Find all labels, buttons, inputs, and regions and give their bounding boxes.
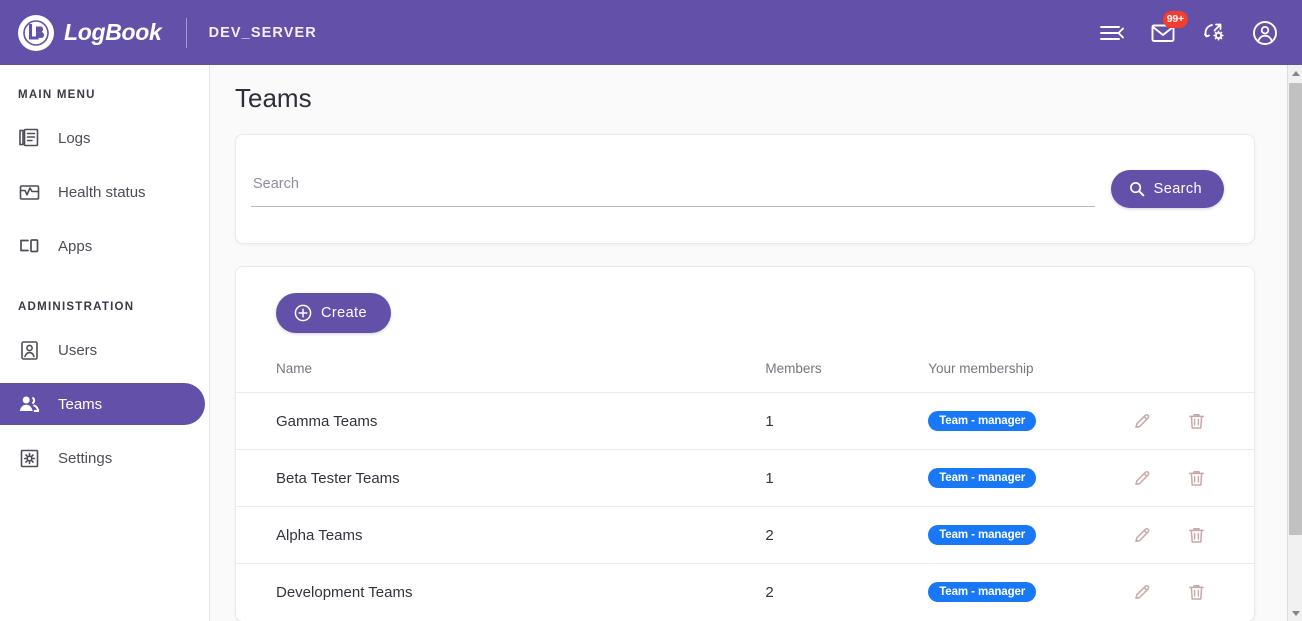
table-row[interactable]: Gamma Teams 1 Team - manager (236, 392, 1254, 450)
row-actions (1132, 467, 1254, 489)
health-status-icon (18, 181, 40, 203)
cell-member-count: 2 (765, 563, 929, 621)
sync-settings-icon[interactable] (1199, 18, 1229, 48)
edit-icon[interactable] (1132, 581, 1154, 603)
cell-actions (1131, 563, 1254, 621)
delete-icon[interactable] (1186, 581, 1208, 603)
teams-icon (18, 393, 40, 415)
cell-team-name: Gamma Teams (236, 392, 766, 450)
triangle-up-icon (1291, 70, 1300, 76)
server-name: DEV_SERVER (208, 24, 317, 41)
sidebar: MAIN MENU Logs Health status Apps ADMINI… (0, 65, 210, 621)
sidebar-item-health-status[interactable]: Health status (0, 171, 205, 213)
edit-icon[interactable] (1132, 410, 1154, 432)
scroll-down-arrow-icon[interactable] (1288, 605, 1302, 621)
column-header-actions (1132, 361, 1254, 393)
main-content: Teams Search Search Create Name Members … (210, 65, 1287, 621)
teams-table-body: Gamma Teams 1 Team - manager Beta Tester… (236, 392, 1254, 621)
teams-panel: Create Name Members Your membership Gamm… (235, 266, 1255, 621)
sidebar-item-label: Health status (58, 183, 146, 201)
row-actions (1132, 581, 1254, 603)
create-row: Create (236, 293, 1254, 333)
users-icon (18, 339, 40, 361)
column-header-membership: Your membership (928, 361, 1034, 376)
cell-team-name: Beta Tester Teams (236, 449, 766, 507)
logbook-logo-icon (18, 14, 54, 51)
top-bar: LogBook DEV_SERVER 99+ (0, 0, 1302, 65)
sidebar-item-apps[interactable]: Apps (0, 225, 205, 267)
brand[interactable]: LogBook (18, 14, 162, 51)
table-header-row: Name Members Your membership (236, 361, 1254, 393)
column-header-name: Name (276, 361, 313, 376)
triangle-down-icon (1291, 610, 1300, 616)
delete-icon[interactable] (1186, 467, 1208, 489)
table-row[interactable]: Development Teams 2 Team - manager (236, 563, 1254, 621)
account-icon[interactable] (1250, 18, 1280, 48)
table-row[interactable]: Alpha Teams 2 Team - manager (236, 506, 1254, 564)
sidebar-item-label: Apps (58, 237, 93, 255)
scroll-up-arrow-icon[interactable] (1288, 65, 1302, 81)
cell-membership: Team - manager (928, 449, 1132, 507)
message-count-badge: 99+ (1162, 10, 1188, 28)
collapse-menu-icon[interactable] (1097, 18, 1127, 48)
search-button-label: Search (1153, 181, 1202, 197)
cell-actions (1131, 506, 1254, 564)
app-root: LogBook DEV_SERVER 99+ MAIN MENU Logs He… (0, 0, 1302, 621)
cell-membership: Team - manager (928, 563, 1132, 621)
cell-actions (1131, 392, 1254, 450)
delete-icon[interactable] (1186, 410, 1208, 432)
sidebar-section-title-main-menu: MAIN MENU (18, 89, 96, 101)
status-badge: Team - manager (928, 468, 1037, 488)
messages-icon[interactable]: 99+ (1148, 10, 1188, 48)
sidebar-item-label: Logs (58, 129, 91, 147)
delete-icon[interactable] (1186, 524, 1208, 546)
sidebar-item-users[interactable]: Users (0, 329, 205, 371)
sidebar-item-teams[interactable]: Teams (0, 383, 205, 425)
column-header-members: Members (765, 361, 822, 376)
scrollbar-thumb[interactable] (1289, 83, 1302, 535)
sidebar-list-main-menu: Logs Health status Apps (0, 117, 209, 267)
sidebar-item-logs[interactable]: Logs (0, 117, 205, 159)
search-input[interactable] (251, 167, 1095, 207)
create-button[interactable]: Create (276, 293, 391, 333)
cell-actions (1131, 449, 1254, 507)
teams-table-head: Name Members Your membership (236, 361, 1254, 393)
sidebar-item-label: Settings (58, 449, 113, 467)
search-field (251, 167, 1095, 211)
plus-circle-icon (294, 304, 312, 322)
create-button-label: Create (321, 305, 367, 321)
sidebar-item-label: Users (58, 341, 98, 359)
apps-icon (18, 235, 40, 257)
status-badge: Team - manager (928, 411, 1037, 431)
topbar-actions: 99+ (1097, 10, 1284, 48)
cell-team-name: Development Teams (236, 563, 766, 621)
cell-membership: Team - manager (928, 506, 1132, 564)
sidebar-list-administration: Users Teams Settings (0, 329, 209, 479)
search-icon (1129, 181, 1145, 197)
row-actions (1132, 410, 1254, 432)
cell-membership: Team - manager (928, 392, 1132, 450)
edit-icon[interactable] (1132, 524, 1154, 546)
cell-member-count: 2 (765, 506, 929, 564)
page-title: Teams (235, 83, 312, 113)
sidebar-item-settings[interactable]: Settings (0, 437, 205, 479)
row-actions (1132, 524, 1254, 546)
status-badge: Team - manager (928, 525, 1037, 545)
logs-icon (18, 127, 40, 149)
settings-icon (18, 447, 40, 469)
brand-name: LogBook (64, 19, 162, 45)
teams-table: Name Members Your membership Gamma Teams… (236, 361, 1254, 621)
status-badge: Team - manager (928, 582, 1037, 603)
table-row[interactable]: Beta Tester Teams 1 Team - manager (236, 449, 1254, 507)
search-panel: Search (235, 134, 1255, 244)
brand-divider (185, 17, 187, 48)
cell-member-count: 1 (765, 449, 929, 507)
cell-team-name: Alpha Teams (236, 506, 766, 564)
sidebar-item-label: Teams (58, 395, 103, 413)
vertical-scrollbar[interactable] (1287, 65, 1302, 621)
sidebar-section-title-administration: ADMINISTRATION (18, 301, 135, 313)
search-button[interactable]: Search (1110, 170, 1224, 208)
cell-member-count: 1 (765, 392, 929, 450)
edit-icon[interactable] (1132, 467, 1154, 489)
